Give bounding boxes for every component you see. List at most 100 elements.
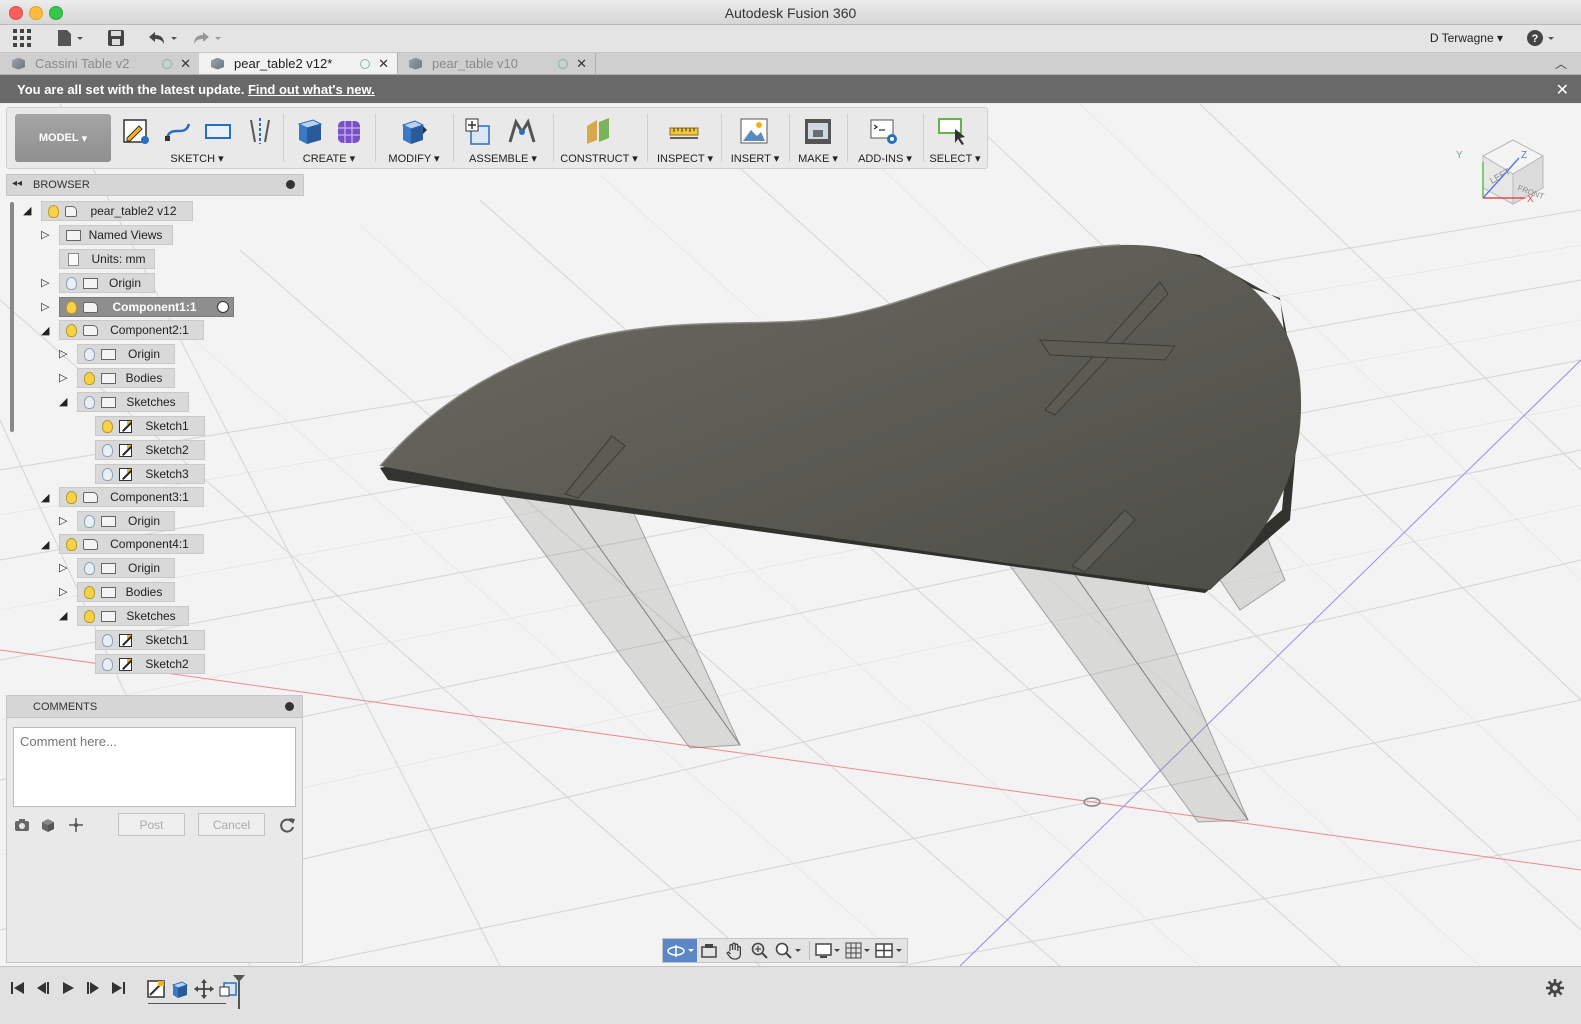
visibility-bulb-icon[interactable] — [66, 276, 77, 290]
tab-cassini-table[interactable]: Cassini Table v2 ✕ — [0, 53, 200, 74]
visibility-bulb-icon[interactable] — [102, 443, 113, 457]
expand-arrow-icon[interactable]: ▷ — [59, 514, 67, 527]
tree-item-c4-origin[interactable]: Origin — [77, 558, 175, 578]
expand-arrow-icon[interactable]: ▷ — [41, 300, 49, 313]
visibility-bulb-icon[interactable] — [102, 467, 113, 481]
tree-item-component3[interactable]: Component3:1 — [59, 487, 204, 507]
sketch-group[interactable]: SKETCH ▾ — [117, 108, 277, 168]
visibility-bulb-icon[interactable] — [66, 490, 77, 504]
comments-options-icon[interactable] — [285, 702, 294, 711]
tree-root[interactable]: pear_table2 v12 — [41, 201, 193, 221]
expand-arrow-icon[interactable]: ▷ — [41, 228, 49, 241]
browser-options-icon[interactable] — [286, 180, 295, 189]
snapshot-model-icon[interactable] — [40, 817, 56, 836]
line-icon[interactable] — [163, 116, 193, 146]
tree-item-c2-origin[interactable]: Origin — [77, 344, 175, 364]
insert-image-icon[interactable] — [739, 116, 769, 146]
fit-zoom-icon[interactable] — [775, 942, 803, 963]
construct-group[interactable]: CONSTRUCT ▾ — [559, 108, 639, 168]
step-forward-icon[interactable] — [85, 980, 101, 999]
expand-arrow-icon[interactable]: ▷ — [59, 371, 67, 384]
orbit-button[interactable] — [663, 939, 697, 962]
file-menu-icon[interactable] — [56, 28, 84, 48]
visibility-bulb-icon[interactable] — [84, 561, 95, 575]
tree-item-c2-sketches[interactable]: Sketches — [77, 392, 189, 412]
visibility-bulb-icon[interactable] — [66, 323, 77, 337]
tree-item-c2-sketch1[interactable]: Sketch1 — [95, 416, 205, 436]
visibility-bulb-icon[interactable] — [84, 395, 95, 409]
user-menu[interactable]: D Terwagne ▾ — [1430, 31, 1503, 45]
select-group[interactable]: SELECT ▾ — [927, 108, 983, 168]
close-tab-icon[interactable]: ✕ — [378, 56, 389, 72]
tree-item-c4-sketch1[interactable]: Sketch1 — [95, 630, 205, 650]
collapse-tabs-icon[interactable]: ︿ — [1555, 55, 1567, 72]
activate-component-icon[interactable] — [217, 301, 229, 313]
collapse-arrow-icon[interactable]: ◢ — [59, 609, 67, 622]
insert-group[interactable]: INSERT ▾ — [725, 108, 785, 168]
pan-hand-icon[interactable] — [725, 942, 743, 963]
tree-item-c2-sketch2[interactable]: Sketch2 — [95, 440, 205, 460]
tree-item-c4-sketches[interactable]: Sketches — [77, 606, 189, 626]
add-ins-group[interactable]: ADD-INS ▾ — [851, 108, 919, 168]
inspect-group[interactable]: INSPECT ▾ — [653, 108, 717, 168]
timeline-sketch-icon[interactable] — [146, 979, 166, 1002]
zoom-icon[interactable] — [751, 942, 769, 963]
timeline-move-icon[interactable] — [194, 979, 214, 1002]
workspace-switcher[interactable]: MODEL ▾ — [15, 114, 111, 162]
redo-icon[interactable] — [190, 28, 222, 48]
tree-item-c2-sketch3[interactable]: Sketch3 — [95, 464, 205, 484]
collapse-arrow-icon[interactable]: ◢ — [41, 491, 49, 504]
post-button[interactable]: Post — [118, 813, 185, 836]
visibility-bulb-icon[interactable] — [84, 585, 95, 599]
create-sketch-icon[interactable] — [121, 116, 151, 146]
visibility-bulb-icon[interactable] — [48, 204, 59, 218]
visibility-bulb-icon[interactable] — [66, 537, 77, 551]
go-to-end-icon[interactable] — [110, 980, 126, 999]
expand-arrow-icon[interactable]: ▷ — [59, 585, 67, 598]
measure-icon[interactable] — [669, 116, 699, 146]
save-icon[interactable] — [106, 28, 126, 48]
close-tab-icon[interactable]: ✕ — [576, 56, 587, 72]
step-back-icon[interactable] — [35, 980, 51, 999]
view-cube[interactable]: LEFT FRONT X Y Z — [1455, 126, 1555, 216]
select-icon[interactable] — [937, 116, 967, 146]
tree-item-named-views[interactable]: Named Views — [59, 225, 173, 245]
collapse-browser-icon[interactable]: ◂◂ — [12, 178, 22, 189]
visibility-bulb-icon[interactable] — [84, 371, 95, 385]
extrude-icon[interactable] — [295, 116, 325, 146]
visibility-bulb-icon[interactable] — [66, 300, 77, 314]
create-group[interactable]: CREATE ▾ — [289, 108, 369, 168]
point-marker-icon[interactable] — [68, 817, 84, 836]
close-tab-icon[interactable]: ✕ — [180, 56, 191, 72]
collapse-arrow-icon[interactable]: ◢ — [23, 204, 31, 217]
whats-new-link[interactable]: Find out what's new. — [248, 82, 375, 97]
tree-item-component4[interactable]: Component4:1 — [59, 534, 204, 554]
tree-item-c3-origin[interactable]: Origin — [77, 511, 175, 531]
visibility-bulb-icon[interactable] — [84, 609, 95, 623]
expand-arrow-icon[interactable]: ▷ — [41, 276, 49, 289]
viewports-icon[interactable] — [875, 942, 905, 963]
assemble-group[interactable]: ASSEMBLE ▾ — [459, 108, 547, 168]
mirror-icon[interactable] — [245, 116, 275, 146]
help-icon[interactable]: ? — [1526, 28, 1558, 48]
form-icon[interactable] — [335, 116, 365, 146]
tab-pear-table2[interactable]: pear_table2 v12* ✕ — [199, 53, 398, 74]
expand-arrow-icon[interactable]: ▷ — [59, 561, 67, 574]
tree-item-component1[interactable]: Component1:1 — [59, 297, 234, 317]
look-at-icon[interactable] — [701, 943, 717, 962]
visibility-bulb-icon[interactable] — [84, 347, 95, 361]
tree-item-component2[interactable]: Component2:1 — [59, 320, 204, 340]
tree-item-units[interactable]: Units: mm — [59, 249, 155, 269]
timeline-extrude-icon[interactable] — [170, 979, 190, 1002]
cancel-button[interactable]: Cancel — [198, 813, 265, 836]
browser-scrollbar[interactable] — [10, 202, 14, 432]
undo-icon[interactable] — [146, 28, 178, 48]
visibility-bulb-icon[interactable] — [102, 419, 113, 433]
visibility-bulb-icon[interactable] — [84, 514, 95, 528]
modify-group[interactable]: MODIFY ▾ — [381, 108, 447, 168]
offset-plane-icon[interactable] — [583, 116, 613, 146]
grid-settings-icon[interactable] — [845, 942, 873, 963]
collapse-arrow-icon[interactable]: ◢ — [59, 395, 67, 408]
data-panel-icon[interactable] — [12, 28, 32, 48]
visibility-bulb-icon[interactable] — [102, 633, 113, 647]
